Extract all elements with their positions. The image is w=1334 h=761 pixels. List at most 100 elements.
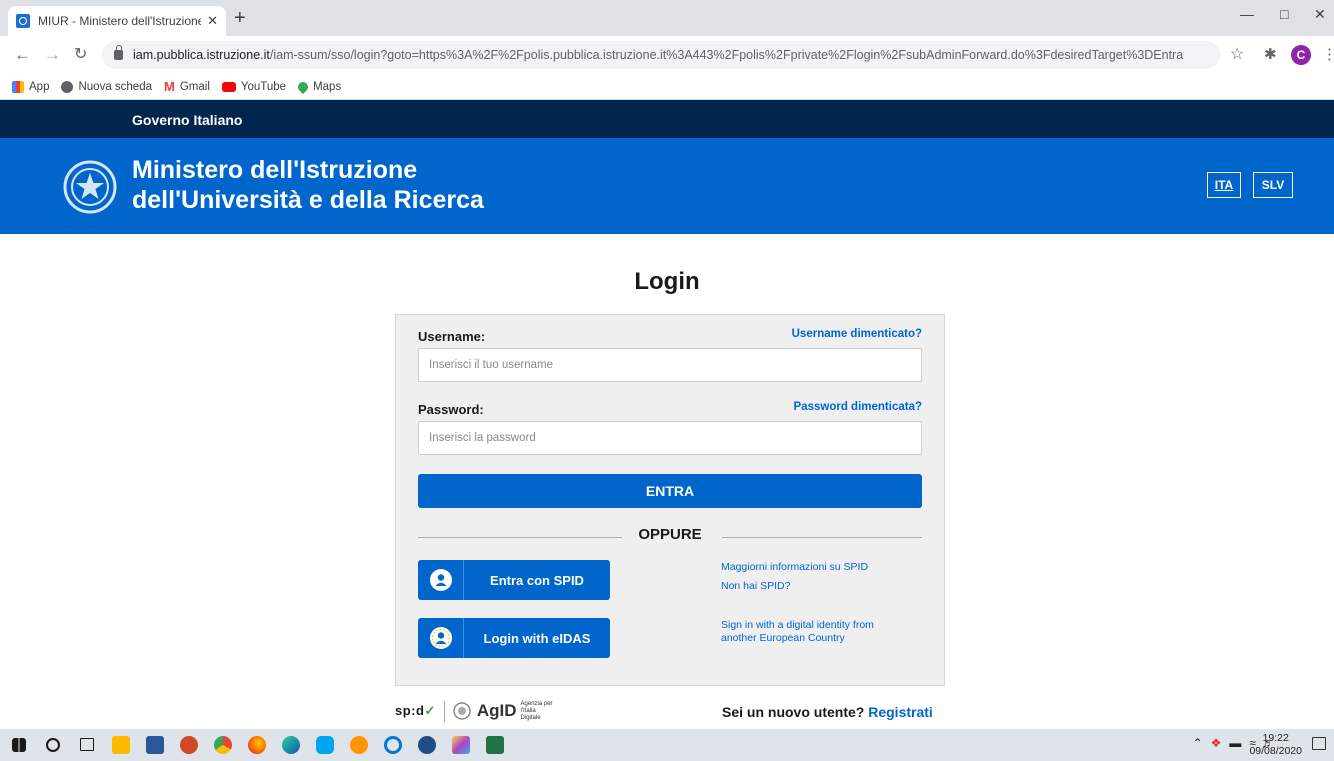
file-explorer-icon[interactable]: [112, 736, 130, 754]
url-path: /iam-ssum/sso/login?goto=https%3A%2F%2Fp…: [269, 48, 1184, 62]
eidas-info-line2: another European Country: [721, 632, 845, 644]
task-view-icon[interactable]: [80, 738, 94, 751]
bookmark-label: Gmail: [179, 80, 210, 93]
ministry-title-line1[interactable]: Ministero dell'Istruzione: [132, 156, 417, 185]
chrome-menu-icon[interactable]: ⋮: [1322, 45, 1334, 65]
bookmarks-bar: App Nuova scheda M Gmail YouTube Maps: [0, 74, 1334, 100]
reload-icon[interactable]: ↻: [74, 45, 87, 65]
register-link[interactable]: Registrati: [868, 704, 933, 720]
password-input[interactable]: [418, 421, 922, 455]
ministry-title-line2[interactable]: dell'Università e della Ricerca: [132, 186, 484, 215]
eu-user-circle-icon: [418, 618, 464, 658]
back-arrow-icon[interactable]: ←: [14, 45, 31, 65]
youtube-icon: [221, 81, 236, 92]
tab-close-icon[interactable]: ✕: [207, 13, 218, 29]
browser-toolbar: ← → ↻ iam.pubblica.istruzione.it/iam-ssu…: [0, 36, 1334, 74]
agid-emblem-icon: [453, 702, 471, 720]
entra-button[interactable]: ENTRA: [418, 474, 922, 508]
tab-title: MIUR - Ministero dell'Istruzione,: [38, 14, 202, 28]
spid-login-button[interactable]: Entra con SPID: [418, 560, 610, 600]
tray-app-icon[interactable]: ❖: [1211, 736, 1222, 750]
chrome-icon[interactable]: [214, 736, 232, 754]
browser-tab[interactable]: MIUR - Ministero dell'Istruzione, ✕: [8, 6, 226, 36]
skype-icon[interactable]: [316, 736, 334, 754]
browser-tab-bar: MIUR - Ministero dell'Istruzione, ✕ + — …: [0, 0, 1334, 36]
user-circle-icon: [418, 560, 464, 600]
username-forgot-link[interactable]: Username dimenticato?: [792, 328, 922, 340]
agid-logo-text: AgID: [476, 701, 517, 720]
language-slv-button[interactable]: SLV: [1253, 172, 1293, 198]
lock-icon: [114, 45, 123, 60]
bookmark-label: App: [29, 80, 50, 93]
globe-icon: [61, 80, 74, 93]
gmail-icon: M: [164, 79, 175, 94]
minimize-icon[interactable]: —: [1240, 6, 1254, 22]
windows-taskbar: ⌃ ❖ ▬ ≈ ♬ 19:22 09/08/2020: [0, 729, 1334, 761]
windows-start-icon[interactable]: [12, 738, 26, 752]
bookmark-star-icon[interactable]: ☆: [1230, 45, 1244, 65]
notification-center-icon[interactable]: [1312, 737, 1326, 750]
spid-logo-text: sp:d: [395, 703, 425, 718]
ministry-header: Ministero dell'Istruzione dell'Universit…: [0, 138, 1334, 234]
powerpoint-icon[interactable]: [180, 736, 198, 754]
edge-icon[interactable]: [282, 736, 300, 754]
oppure-divider: OPPURE: [638, 526, 702, 543]
word-icon[interactable]: [146, 736, 164, 754]
login-title: Login: [634, 268, 700, 295]
bookmark-gmail[interactable]: M Gmail: [164, 79, 210, 94]
battery-icon[interactable]: ▬: [1229, 736, 1241, 750]
clock-time: 19:22: [1262, 732, 1289, 744]
bookmark-nuova-scheda[interactable]: Nuova scheda: [61, 80, 152, 93]
footer-logos: sp:d✓ AgID Agenzia per l'Italia Digitale: [395, 700, 555, 722]
url-host: iam.pubblica.istruzione.it: [133, 48, 270, 62]
clock-date: 09/08/2020: [1249, 745, 1302, 757]
eidas-login-button[interactable]: Login with eIDAS: [418, 618, 610, 658]
window-close-icon[interactable]: ✕: [1314, 6, 1326, 23]
spid-button-label: Entra con SPID: [490, 572, 584, 588]
password-label: Password:: [418, 402, 484, 417]
bookmark-youtube[interactable]: YouTube: [221, 80, 287, 93]
bookmark-label: Maps: [313, 80, 342, 93]
eidas-button-label: Login with eIDAS: [483, 630, 591, 646]
new-tab-button[interactable]: +: [234, 6, 246, 30]
app-flower-icon[interactable]: [350, 736, 368, 754]
paint-icon[interactable]: [452, 736, 470, 754]
no-spid-link[interactable]: Non hai SPID?: [721, 580, 790, 593]
maps-pin-icon: [296, 79, 311, 94]
show-hidden-icons-chevron-icon[interactable]: ⌃: [1193, 736, 1203, 750]
firefox-icon[interactable]: [248, 736, 266, 754]
username-input[interactable]: [418, 348, 922, 382]
check-icon: ✓: [424, 703, 436, 718]
cortana-icon[interactable]: [384, 736, 402, 754]
username-label: Username:: [418, 329, 486, 344]
eidas-info-link[interactable]: Sign in with a digital identity from ano…: [721, 619, 874, 645]
search-circle-icon[interactable]: [46, 738, 60, 752]
italian-republic-emblem-icon: [63, 160, 117, 214]
government-title[interactable]: Governo Italiano: [132, 112, 242, 128]
apps-grid-icon: [12, 80, 24, 93]
spid-info-link[interactable]: Maggiorni informazioni su SPID: [721, 561, 868, 574]
login-panel: Username: Username dimenticato? Password…: [395, 314, 945, 686]
eidas-info-line1: Sign in with a digital identity from: [721, 619, 874, 631]
bookmark-label: Nuova scheda: [78, 80, 152, 93]
bookmark-maps[interactable]: Maps: [296, 79, 342, 94]
agid-logo: AgID Agenzia per l'Italia Digitale: [443, 700, 555, 722]
site-favicon-icon: [16, 14, 30, 28]
language-ita-button[interactable]: ITA: [1207, 172, 1241, 198]
excel-icon[interactable]: [486, 736, 504, 754]
forward-arrow-icon[interactable]: →: [44, 45, 61, 65]
new-user-text: Sei un nuovo utente?: [722, 704, 865, 720]
address-bar[interactable]: iam.pubblica.istruzione.it/iam-ssum/sso/…: [102, 41, 1220, 69]
system-clock[interactable]: 19:22 09/08/2020: [1249, 732, 1302, 758]
new-user-prompt: Sei un nuovo utente? Registrati: [722, 704, 933, 720]
maximize-icon[interactable]: □: [1280, 6, 1288, 22]
agid-logo-subtitle: Agenzia per l'Italia Digitale: [520, 700, 553, 721]
password-forgot-link[interactable]: Password dimenticata?: [794, 401, 922, 413]
network-app-icon[interactable]: [418, 736, 436, 754]
government-bar: Governo Italiano: [0, 100, 1334, 138]
spid-logo: sp:d✓: [395, 703, 436, 719]
bookmark-label: YouTube: [240, 80, 287, 93]
profile-avatar[interactable]: C: [1291, 45, 1311, 65]
bookmark-app[interactable]: App: [12, 80, 50, 93]
extensions-puzzle-icon[interactable]: ✱: [1264, 45, 1277, 65]
